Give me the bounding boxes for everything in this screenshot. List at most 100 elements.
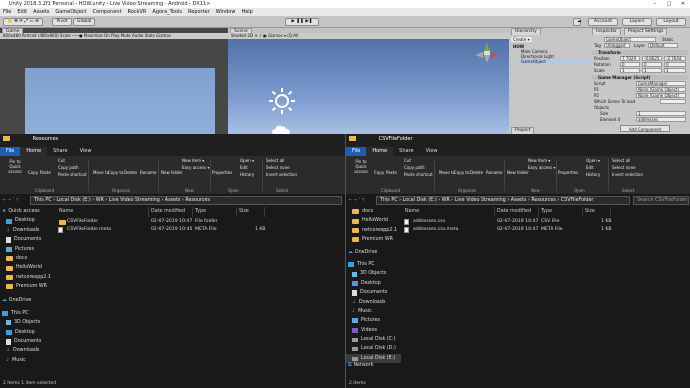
easy-access-button[interactable]: Easy access ▾ — [528, 165, 555, 170]
objects-foldout[interactable]: Objects — [594, 105, 609, 110]
history-button[interactable]: History — [586, 172, 600, 177]
scene-gizmo-icon[interactable] — [473, 41, 501, 65]
breadcrumb-item[interactable]: CSVFileFolder — [561, 198, 594, 203]
file-row[interactable]: addresses.csv 02-07-2019 10:47 CSV File … — [401, 218, 690, 226]
history-button[interactable]: History — [240, 172, 254, 177]
cut-button[interactable]: Cut — [58, 158, 65, 163]
easy-access-button[interactable]: Easy access ▾ — [182, 165, 209, 170]
layers-button[interactable]: Layers — [622, 18, 652, 26]
breadcrumb-item[interactable]: Local Disk (E:) — [57, 198, 91, 203]
nav-item[interactable]: ↓ Downloads — [0, 226, 55, 235]
position-x[interactable]: 7.7029 — [620, 56, 640, 61]
select-none-button[interactable]: Select none — [266, 165, 290, 170]
breadcrumb-item[interactable]: Live Video Streaming — [455, 198, 506, 203]
breadcrumb-item[interactable]: This PC — [380, 198, 398, 203]
nav-item[interactable]: ♪ Music — [346, 307, 401, 316]
column-date-modified[interactable]: Date modified — [149, 207, 193, 217]
nav-this-pc[interactable]: This PC — [0, 309, 55, 318]
nav-item[interactable]: netcoreapp2.1 — [0, 273, 55, 282]
pin-quick-access-button[interactable]: Pin to Quick access — [350, 159, 372, 174]
copy-button[interactable]: Copy — [28, 170, 38, 175]
copy-to-button[interactable]: Copy to — [108, 170, 123, 175]
static-checkbox[interactable]: Static — [662, 37, 673, 42]
nav-item[interactable]: Local Disk (C:) — [346, 335, 401, 344]
account-button[interactable]: Account — [588, 18, 618, 26]
menu-reporter[interactable]: Reporter — [188, 8, 210, 16]
tab-file[interactable]: File — [346, 147, 367, 156]
breadcrumb-item[interactable]: Resources — [185, 198, 210, 203]
add-component-button[interactable]: Add Component — [620, 125, 670, 132]
breadcrumb-item[interactable]: WR — [442, 198, 450, 203]
breadcrumb-item[interactable]: Assets — [165, 198, 181, 203]
column-name[interactable]: Name — [57, 207, 149, 217]
rotation-y[interactable]: 0 — [642, 62, 662, 67]
copy-path-button[interactable]: Copy path — [58, 165, 79, 170]
tab-home[interactable]: Home — [366, 147, 394, 156]
nav-item[interactable]: Pictures — [0, 245, 55, 254]
nav-item[interactable]: ↓ Downloads — [0, 346, 55, 355]
nav-item[interactable]: Documents — [0, 337, 55, 346]
paste-shortcut-button[interactable]: Paste shortcut — [58, 172, 87, 177]
copy-path-button[interactable]: Copy path — [404, 165, 425, 170]
menu-gameobject[interactable]: GameObject — [55, 8, 86, 16]
nav-item[interactable]: netcoreapp2.1 — [346, 226, 401, 235]
tab-view[interactable]: View — [420, 147, 444, 156]
nav-item[interactable]: Premium WR — [346, 235, 401, 244]
global-button[interactable]: Global — [73, 18, 95, 26]
close-icon[interactable]: ✕ — [676, 0, 690, 8]
layout-button[interactable]: Layout — [656, 18, 686, 26]
nav-item[interactable]: Local Disk (D:) — [346, 344, 401, 353]
nav-item[interactable]: docs — [0, 254, 55, 263]
column-type[interactable]: Type — [539, 207, 583, 217]
minimize-icon[interactable]: – — [648, 0, 662, 8]
column-date-modified[interactable]: Date modified — [495, 207, 539, 217]
nav-item[interactable]: Desktop — [0, 216, 55, 225]
column-size[interactable]: Size — [583, 207, 611, 217]
search-input[interactable]: Search CSVFileFolder — [633, 196, 689, 205]
menu-file[interactable]: File — [3, 8, 11, 16]
nav-item[interactable]: docs — [346, 207, 401, 216]
tab-inspector[interactable]: Inspector — [592, 28, 621, 35]
nav-item[interactable]: 3D Objects — [0, 318, 55, 327]
maximize-icon[interactable]: □ — [662, 0, 676, 8]
nav-network[interactable]: ⧉ Network — [346, 363, 401, 368]
which-scene-field[interactable] — [660, 99, 686, 104]
hierarchy-item-selected[interactable]: GameObject — [519, 59, 589, 64]
breadcrumb-item[interactable]: Assets — [511, 198, 527, 203]
file-row[interactable]: addresses.csv.meta 02-07-2019 10:47 META… — [401, 226, 690, 234]
rename-button[interactable]: Rename — [486, 170, 502, 175]
scene-viewport[interactable] — [228, 39, 509, 135]
file-row[interactable]: CSVFileFolder 02-07-2019 10:47 File fold… — [55, 218, 345, 226]
edit-button[interactable]: Edit — [586, 165, 594, 170]
layer-dropdown[interactable]: Default — [648, 43, 678, 48]
delete-button[interactable]: Delete — [124, 170, 137, 175]
tab-share[interactable]: Share — [47, 147, 73, 156]
nav-onedrive[interactable]: ☁ OneDrive — [0, 296, 55, 305]
tab-share[interactable]: Share — [393, 147, 419, 156]
breadcrumb-item[interactable]: Resources — [531, 198, 556, 203]
pin-quick-access-button[interactable]: Pin to Quick access — [4, 159, 26, 174]
nav-quick-access[interactable]: ★ Quick access — [0, 207, 55, 216]
nav-item[interactable]: Videos — [346, 326, 401, 335]
menu-rockvr[interactable]: RockVR — [128, 8, 147, 16]
game-toolbar[interactable]: 800x480 Portrait (480x800) Scale ───● Ma… — [0, 33, 228, 39]
paste-shortcut-button[interactable]: Paste shortcut — [404, 172, 433, 177]
menu-component[interactable]: Component — [93, 8, 122, 16]
nav-arrows[interactable]: ← → ˅ ↑ — [3, 197, 19, 202]
nav-item[interactable]: Documents — [0, 235, 55, 244]
column-type[interactable]: Type — [193, 207, 237, 217]
rotation-x[interactable]: 0 — [620, 62, 640, 67]
scale-x[interactable]: 1 — [620, 68, 640, 73]
nav-item[interactable]: Desktop — [0, 328, 55, 337]
invert-selection-button[interactable]: Invert selection — [266, 172, 297, 177]
new-folder-button[interactable]: New folder — [507, 170, 529, 175]
nav-onedrive[interactable]: ☁ OneDrive — [346, 248, 401, 257]
breadcrumb-item[interactable]: WR — [96, 198, 104, 203]
open-button[interactable]: Open ▾ — [240, 158, 254, 163]
nav-item[interactable]: Premium WR — [0, 282, 55, 291]
cut-button[interactable]: Cut — [404, 158, 411, 163]
select-none-button[interactable]: Select none — [612, 165, 636, 170]
nav-item[interactable]: Pictures — [346, 316, 401, 325]
column-name[interactable]: Name — [403, 207, 495, 217]
copy-button[interactable]: Copy — [374, 170, 384, 175]
